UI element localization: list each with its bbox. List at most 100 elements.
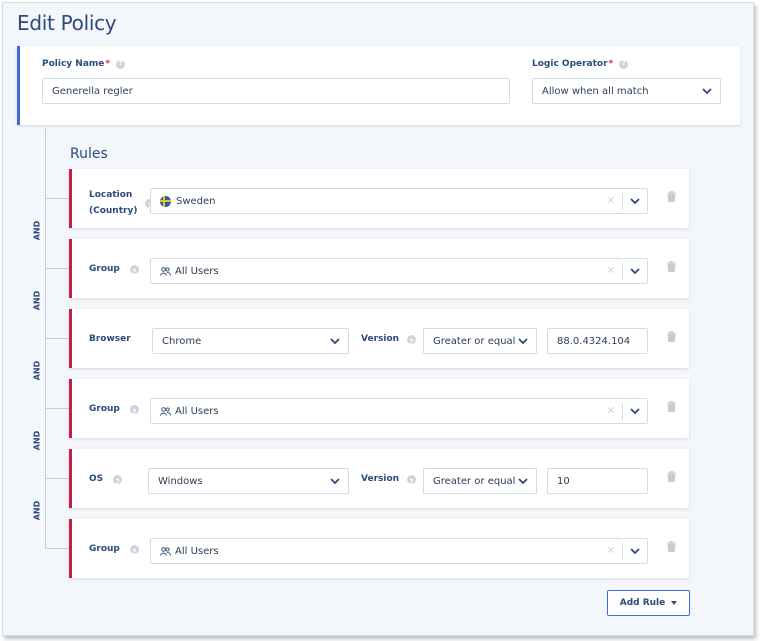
rule-label-location: Location (Country): [89, 187, 155, 219]
chevron-down-icon[interactable]: [630, 407, 640, 415]
add-rule-button[interactable]: Add Rule: [607, 590, 690, 616]
add-rule-label: Add Rule: [619, 598, 666, 608]
select-separator: [622, 543, 623, 560]
required-mark: *: [608, 59, 614, 69]
tree-branch: [45, 548, 69, 549]
browser-select[interactable]: Chrome: [152, 328, 349, 354]
chevron-down-icon[interactable]: [630, 197, 640, 205]
logic-operator-value: Allow when all match: [542, 85, 649, 97]
users-icon: [160, 406, 171, 416]
help-icon[interactable]: [129, 404, 139, 420]
and-connector: AND: [32, 500, 42, 521]
policy-name-label: Policy Name *: [42, 59, 126, 69]
location-value: Sweden: [176, 195, 216, 207]
browser-value: Chrome: [162, 335, 202, 347]
group-select[interactable]: All Users ×: [150, 398, 648, 424]
trash-icon[interactable]: [667, 331, 676, 342]
logic-operator-select[interactable]: Allow when all match: [532, 78, 721, 104]
and-connector: AND: [32, 360, 42, 381]
rule-label-text: OS: [89, 474, 104, 484]
version-operator-select[interactable]: Greater or equal: [423, 328, 537, 354]
rule-label-text: Version: [361, 334, 400, 344]
chevron-down-icon: [330, 338, 340, 345]
logic-operator-label-text: Logic Operator: [532, 59, 608, 69]
rule-label-text: Browser: [89, 334, 131, 344]
rule-label-version: Version: [361, 471, 417, 490]
tree-branch: [45, 338, 69, 339]
trash-icon[interactable]: [667, 401, 676, 412]
rule-label-version: Version: [361, 331, 417, 350]
chevron-down-icon[interactable]: [630, 547, 640, 555]
trash-icon[interactable]: [667, 541, 676, 552]
rule-group: Group All Users ×: [69, 239, 689, 298]
help-icon[interactable]: [129, 544, 139, 560]
rule-label-text: Group: [89, 264, 120, 274]
rule-label-line: Location: [89, 190, 133, 200]
help-icon[interactable]: [116, 59, 126, 69]
clear-icon[interactable]: ×: [607, 265, 615, 276]
clear-icon[interactable]: ×: [607, 195, 615, 206]
users-icon: [160, 546, 171, 556]
help-icon[interactable]: [619, 59, 629, 69]
and-connector: AND: [32, 430, 42, 451]
chevron-down-icon[interactable]: [630, 267, 640, 275]
chevron-down-icon: [518, 478, 528, 485]
os-value: Windows: [158, 475, 203, 487]
rule-label-text: Group: [89, 544, 120, 554]
rule-group: Group All Users ×: [69, 519, 689, 578]
group-value: All Users: [175, 405, 219, 417]
clear-icon[interactable]: ×: [607, 545, 615, 556]
group-value: All Users: [175, 545, 219, 557]
location-select[interactable]: Sweden ×: [150, 188, 648, 214]
rule-location: Location (Country) Sweden ×: [69, 169, 689, 228]
rules-title: Rules: [70, 146, 108, 162]
sweden-flag-icon: [160, 195, 171, 207]
version-operator-value: Greater or equal: [433, 475, 516, 487]
page-title: Edit Policy: [17, 11, 117, 35]
rule-label-group: Group: [89, 541, 139, 560]
clear-icon[interactable]: ×: [607, 405, 615, 416]
select-separator: [622, 193, 623, 210]
rule-label-group: Group: [89, 261, 139, 280]
policy-name-input[interactable]: Generella regler: [42, 78, 510, 104]
rule-label-line: (Country): [89, 206, 138, 216]
policy-card: Policy Name* Generella regler Logic Oper…: [17, 46, 740, 125]
trash-icon[interactable]: [667, 471, 676, 482]
group-select[interactable]: All Users ×: [150, 258, 648, 284]
and-connector: AND: [32, 220, 42, 241]
policy-name-label-text: Policy Name: [42, 59, 105, 69]
help-icon[interactable]: [113, 474, 123, 490]
group-value: All Users: [175, 265, 219, 277]
required-mark: *: [105, 59, 111, 69]
help-icon[interactable]: [407, 474, 417, 490]
page-frame: Edit Policy Policy Name* Generella regle…: [2, 2, 754, 636]
trash-icon[interactable]: [667, 191, 676, 202]
tree-branch: [45, 268, 69, 269]
chevron-down-icon: [702, 88, 712, 95]
group-select[interactable]: All Users ×: [150, 538, 648, 564]
rule-label-group: Group: [89, 401, 139, 420]
rule-browser: Browser Chrome Version Greater or equal …: [69, 309, 689, 368]
trash-icon[interactable]: [667, 261, 676, 272]
version-input[interactable]: 88.0.4324.104: [547, 328, 648, 354]
tree-branch: [45, 408, 69, 409]
version-operator-value: Greater or equal: [433, 335, 516, 347]
select-separator: [622, 403, 623, 420]
tree-branch: [45, 198, 69, 199]
rule-label-text: Version: [361, 474, 400, 484]
chevron-down-icon: [330, 478, 340, 485]
os-select[interactable]: Windows: [148, 468, 349, 494]
rule-label-text: Group: [89, 404, 120, 414]
rule-label-browser: Browser: [89, 331, 131, 347]
tree-branch: [45, 478, 69, 479]
users-icon: [160, 266, 171, 276]
chevron-down-icon: [518, 338, 528, 345]
version-operator-select[interactable]: Greater or equal: [423, 468, 537, 494]
help-icon[interactable]: [129, 264, 139, 280]
select-separator: [622, 263, 623, 280]
rule-os: OS Windows Version Greater or equal 10: [69, 449, 689, 508]
help-icon[interactable]: [407, 334, 417, 350]
version-input[interactable]: 10: [547, 468, 648, 494]
rule-group: Group All Users ×: [69, 379, 689, 438]
caret-down-icon: [671, 601, 678, 605]
